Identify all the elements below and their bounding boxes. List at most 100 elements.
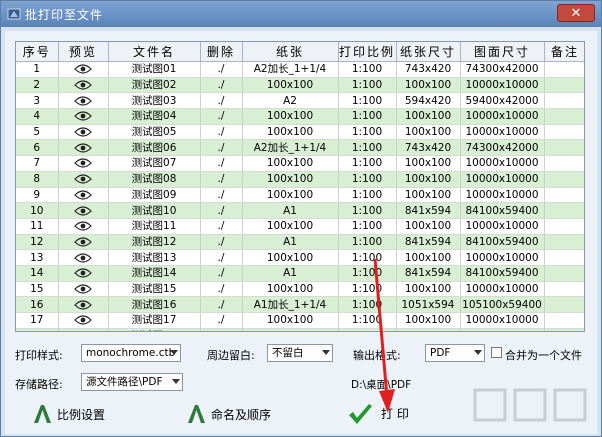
row-paper[interactable]: 100x100 bbox=[242, 108, 339, 125]
row-scale[interactable]: 1:100 bbox=[338, 92, 397, 110]
header-scale[interactable]: 打印比例 bbox=[338, 42, 397, 62]
row-filename[interactable]: 测试图10 bbox=[108, 202, 201, 219]
row-note[interactable] bbox=[544, 249, 584, 266]
row-filename[interactable]: 测试图13 bbox=[108, 249, 201, 266]
row-filename[interactable]: 测试图05 bbox=[108, 124, 201, 141]
output-format-select[interactable]: PDF bbox=[425, 344, 485, 362]
table-row[interactable]: 8 测试图08 ./100x100 1:100 100x100 10000x10000 bbox=[16, 171, 584, 188]
row-note[interactable] bbox=[544, 92, 584, 110]
row-filename[interactable]: 测试图18 bbox=[108, 328, 201, 331]
row-paper[interactable]: A1 bbox=[242, 202, 339, 219]
row-filename[interactable]: 测试图09 bbox=[108, 187, 201, 204]
table-row[interactable]: 5 测试图05 ./100x100 1:100 100x100 10000x10000 bbox=[16, 124, 584, 141]
row-delete[interactable]: ./ bbox=[200, 312, 243, 329]
row-delete[interactable]: ./ bbox=[200, 61, 243, 78]
table-row[interactable]: 15 测试图15 ./100x100 1:100 100x100 10000x10000 bbox=[16, 281, 584, 298]
file-grid[interactable]: 序号 预览 文件名 删除 纸张 打印比例 纸张尺寸 图面尺寸 备注 1 测试图01… bbox=[15, 41, 585, 332]
header-preview[interactable]: 预览 bbox=[58, 42, 109, 62]
row-delete[interactable]: ./ bbox=[200, 296, 243, 313]
row-delete[interactable]: ./ bbox=[200, 77, 243, 94]
row-filename[interactable]: 测试图14 bbox=[108, 265, 201, 282]
margin-select[interactable]: 不留白 bbox=[267, 344, 333, 362]
row-filename[interactable]: 测试图08 bbox=[108, 171, 201, 188]
row-scale[interactable]: 1:100 bbox=[338, 234, 397, 251]
row-scale[interactable]: 1:100 bbox=[338, 61, 397, 78]
row-delete[interactable]: ./ bbox=[200, 234, 243, 251]
table-row[interactable]: 1 测试图01 ./A2加长_1+1/4 1:100 743x420 74300x4200… bbox=[16, 61, 584, 78]
row-delete[interactable]: ./ bbox=[200, 124, 243, 141]
scale-settings-button[interactable]: 比例设置 bbox=[31, 403, 131, 425]
preview-eye-icon[interactable] bbox=[58, 328, 109, 331]
row-note[interactable] bbox=[544, 171, 584, 188]
row-note[interactable] bbox=[544, 108, 584, 125]
row-scale[interactable]: 1:100 bbox=[338, 202, 397, 219]
row-delete[interactable]: ./ bbox=[200, 171, 243, 188]
preview-eye-icon[interactable] bbox=[58, 249, 109, 266]
preview-eye-icon[interactable] bbox=[58, 108, 109, 125]
preview-eye-icon[interactable] bbox=[58, 281, 109, 298]
row-paper[interactable]: 100x100 bbox=[242, 124, 339, 141]
row-delete[interactable]: ./ bbox=[200, 281, 243, 298]
header-note[interactable]: 备注 bbox=[544, 42, 584, 62]
table-row[interactable]: 7 测试图07 ./100x100 1:100 100x100 10000x10000 bbox=[16, 155, 584, 172]
preview-eye-icon[interactable] bbox=[58, 171, 109, 188]
merge-checkbox[interactable] bbox=[491, 347, 502, 358]
row-delete[interactable]: ./ bbox=[200, 202, 243, 219]
row-filename[interactable]: 测试图04 bbox=[108, 108, 201, 125]
preview-eye-icon[interactable] bbox=[58, 77, 109, 94]
row-filename[interactable]: 测试图03 bbox=[108, 92, 201, 110]
preview-eye-icon[interactable] bbox=[58, 92, 109, 110]
row-paper[interactable]: 100x100 bbox=[242, 312, 339, 329]
row-paper[interactable]: A2 bbox=[242, 92, 339, 110]
row-scale[interactable]: 1:100 bbox=[338, 218, 397, 235]
naming-order-button[interactable]: 命名及顺序 bbox=[185, 403, 295, 425]
row-paper[interactable]: A1 bbox=[242, 265, 339, 282]
table-row[interactable]: 10 测试图10 ./A1 1:100 841x594 84100x59400 bbox=[16, 202, 584, 219]
header-delete[interactable]: 删除 bbox=[200, 42, 243, 62]
table-row[interactable]: 9 测试图09 ./100x100 1:100 100x100 10000x10000 bbox=[16, 187, 584, 204]
table-row[interactable]: 11 测试图11 ./100x100 1:100 100x100 10000x10000 bbox=[16, 218, 584, 235]
preview-eye-icon[interactable] bbox=[58, 312, 109, 329]
table-row[interactable]: 18测试图18./A11:100841x59484100x59400 bbox=[16, 328, 584, 331]
row-paper[interactable]: A2加长_1+1/4 bbox=[242, 61, 339, 78]
preview-eye-icon[interactable] bbox=[58, 202, 109, 219]
close-button[interactable]: ✕ bbox=[557, 4, 595, 22]
row-filename[interactable]: 测试图01 bbox=[108, 61, 201, 78]
preview-eye-icon[interactable] bbox=[58, 187, 109, 204]
row-scale[interactable]: 1:100 bbox=[338, 187, 397, 204]
row-note[interactable] bbox=[544, 234, 584, 251]
preview-eye-icon[interactable] bbox=[58, 61, 109, 78]
row-scale[interactable]: 1:100 bbox=[338, 77, 397, 94]
table-row[interactable]: 16 测试图16 ./A1加长_1+1/4 1:100 1051x594 105100x5… bbox=[16, 296, 584, 313]
row-filename[interactable]: 测试图15 bbox=[108, 281, 201, 298]
row-note[interactable] bbox=[544, 265, 584, 282]
row-paper[interactable]: A1加长_1+1/4 bbox=[242, 296, 339, 313]
preview-eye-icon[interactable] bbox=[58, 234, 109, 251]
row-paper[interactable]: 100x100 bbox=[242, 187, 339, 204]
table-row[interactable]: 2 测试图02 ./100x100 1:100 100x100 10000x10000 bbox=[16, 77, 584, 94]
row-paper[interactable]: 100x100 bbox=[242, 281, 339, 298]
row-paper[interactable]: A1 bbox=[242, 234, 339, 251]
print-style-select[interactable]: monochrome.ctb bbox=[81, 344, 181, 362]
row-delete[interactable]: ./ bbox=[200, 92, 243, 110]
row-scale[interactable]: 1:100 bbox=[338, 155, 397, 172]
row-filename[interactable]: 测试图02 bbox=[108, 77, 201, 94]
table-row[interactable]: 6 测试图06 ./A2加长_1+1/4 1:100 743x420 74300x4200… bbox=[16, 139, 584, 157]
save-path-select[interactable]: 源文件路径\PDF bbox=[81, 373, 183, 391]
row-paper[interactable]: 100x100 bbox=[242, 155, 339, 172]
header-seq[interactable]: 序号 bbox=[16, 42, 59, 62]
row-filename[interactable]: 测试图11 bbox=[108, 218, 201, 235]
row-filename[interactable]: 测试图12 bbox=[108, 234, 201, 251]
row-paper[interactable]: 100x100 bbox=[242, 218, 339, 235]
header-paper[interactable]: 纸张 bbox=[242, 42, 339, 62]
row-filename[interactable]: 测试图06 bbox=[108, 139, 201, 157]
row-scale[interactable]: 1:100 bbox=[338, 139, 397, 157]
row-note[interactable] bbox=[544, 312, 584, 329]
preview-eye-icon[interactable] bbox=[58, 155, 109, 172]
row-paper[interactable]: A2加长_1+1/4 bbox=[242, 139, 339, 157]
row-delete[interactable]: ./ bbox=[200, 249, 243, 266]
row-note[interactable] bbox=[544, 202, 584, 219]
table-row[interactable]: 17 测试图17 ./100x100 1:100 100x100 10000x10000 bbox=[16, 312, 584, 329]
table-row[interactable]: 4 测试图04 ./100x100 1:100 100x100 10000x10000 bbox=[16, 108, 584, 125]
table-row[interactable]: 12 测试图12 ./A1 1:100 841x594 84100x59400 bbox=[16, 234, 584, 251]
